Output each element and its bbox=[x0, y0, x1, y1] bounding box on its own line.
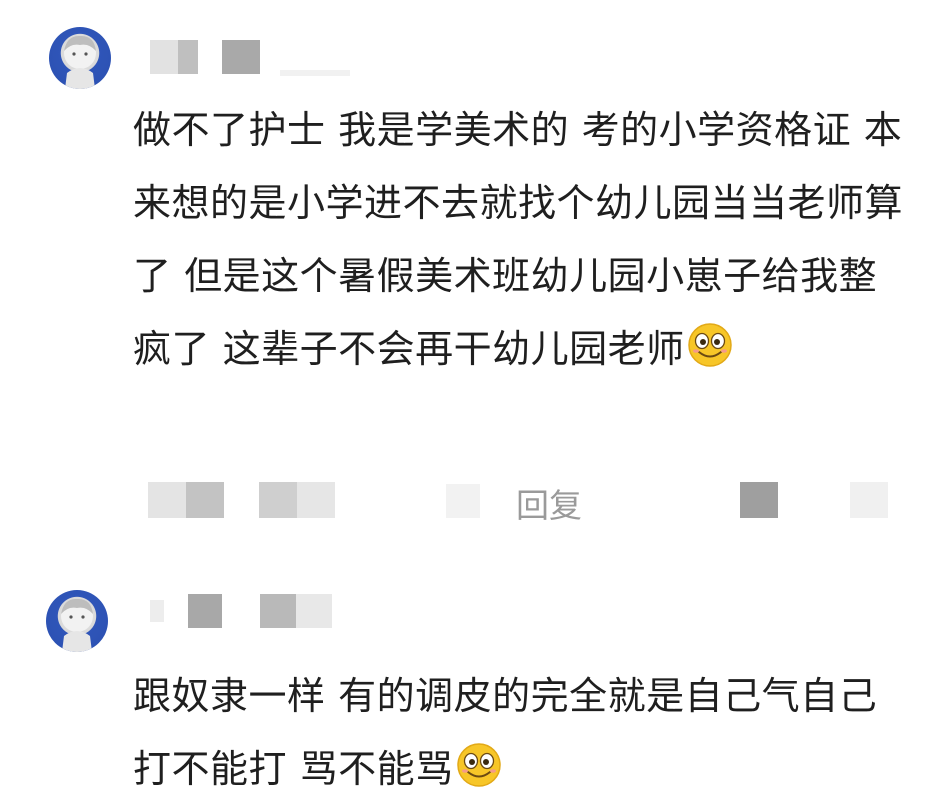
like-icon-mosaic[interactable] bbox=[850, 482, 888, 518]
smile-emoji-icon bbox=[687, 323, 732, 367]
comment-body: 跟奴隶一样 有的调皮的完全就是自己气自己 打不能打 骂不能骂 bbox=[133, 660, 913, 806]
comment-thread: 做不了护士 我是学美术的 考的小学资格证 本来想的是小学进不去就找个幼儿园当当老… bbox=[0, 0, 948, 811]
location-mosaic bbox=[259, 482, 335, 518]
user-avatar[interactable] bbox=[49, 27, 111, 89]
comment-text: 跟奴隶一样 有的调皮的完全就是自己气自己 打不能打 骂不能骂 bbox=[133, 674, 878, 791]
like-count-mosaic[interactable] bbox=[740, 482, 778, 518]
blurred-meta bbox=[446, 484, 480, 518]
comment-text: 做不了护士 我是学美术的 考的小学资格证 本来想的是小学进不去就找个幼儿园当当老… bbox=[133, 108, 904, 371]
user-avatar[interactable] bbox=[46, 590, 108, 652]
avatar-illustration-icon bbox=[64, 35, 96, 89]
smile-emoji-icon bbox=[456, 743, 501, 787]
comment-body: 做不了护士 我是学美术的 考的小学资格证 本来想的是小学进不去就找个幼儿园当当老… bbox=[133, 94, 913, 386]
blurred-divider bbox=[280, 70, 350, 76]
avatar-illustration-icon bbox=[61, 598, 93, 652]
timestamp-mosaic bbox=[148, 482, 224, 518]
username-mosaic[interactable] bbox=[150, 594, 334, 628]
username-mosaic[interactable] bbox=[150, 40, 262, 74]
reply-button[interactable]: 回复 bbox=[516, 486, 582, 526]
